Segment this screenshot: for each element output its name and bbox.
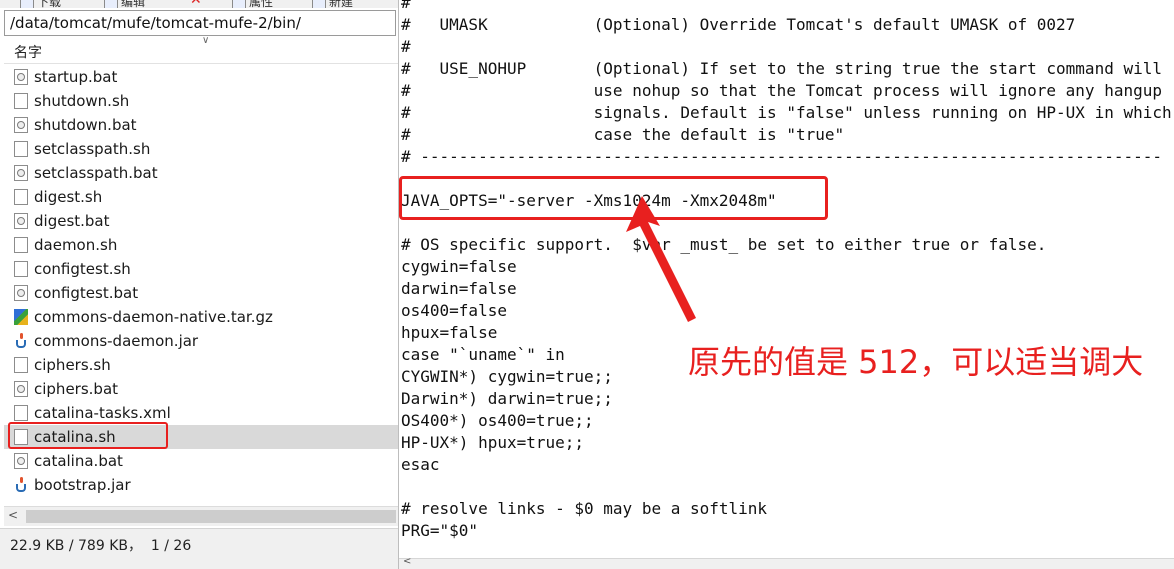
file-icon <box>14 357 28 373</box>
delete-button[interactable]: ✕ <box>190 0 207 7</box>
path-input[interactable]: /data/tomcat/mufe/tomcat-mufe-2/bin/ <box>4 10 396 36</box>
code-line: # resolve links - $0 may be a softlink <box>401 499 768 518</box>
editor-scroll-left-icon[interactable]: < <box>403 556 411 567</box>
file-row[interactable]: startup.bat <box>4 65 398 89</box>
file-row[interactable]: bootstrap.jar <box>4 473 398 497</box>
archive-icon <box>14 309 28 325</box>
bat-file-icon <box>14 117 28 133</box>
bat-file-icon <box>14 285 28 301</box>
sort-chevron-icon: ∨ <box>202 35 210 46</box>
file-row[interactable]: ciphers.bat <box>4 377 398 401</box>
file-row[interactable]: setclasspath.bat <box>4 161 398 185</box>
file-row[interactable]: shutdown.sh <box>4 89 398 113</box>
status-text: 22.9 KB / 789 KB， 1 / 26 <box>10 538 192 554</box>
editor-horizontal-scrollbar[interactable]: < <box>399 556 1174 569</box>
file-name: configtest.bat <box>34 284 139 302</box>
file-name: bootstrap.jar <box>34 476 131 494</box>
code-line: # signals. Default is "false" unless run… <box>401 103 1172 122</box>
file-name: setclasspath.bat <box>34 164 158 182</box>
properties-button[interactable]: 属性 <box>232 0 273 8</box>
code-line: HP-UX*) hpux=true;; <box>401 433 585 452</box>
jar-icon <box>14 477 28 493</box>
editor-pane[interactable]: # # UMASK (Optional) Override Tomcat's de… <box>399 0 1174 569</box>
code-line: # UMASK (Optional) Override Tomcat's def… <box>401 15 1076 34</box>
new-button[interactable]: 新建 <box>312 0 353 8</box>
code-line: darwin=false <box>401 279 517 298</box>
file-name: configtest.sh <box>34 260 131 278</box>
annotation-text: 原先的值是 512，可以适当调大 <box>688 343 1144 381</box>
column-name-label: 名字 <box>14 45 42 61</box>
file-row[interactable]: ciphers.sh <box>4 353 398 377</box>
edit-icon <box>104 0 118 8</box>
file-row[interactable]: shutdown.bat <box>4 113 398 137</box>
file-name: commons-daemon-native.tar.gz <box>34 308 273 326</box>
file-name: shutdown.sh <box>34 92 130 110</box>
file-name: daemon.sh <box>34 236 118 254</box>
code-line: OS400*) os400=true;; <box>401 411 594 430</box>
file-row[interactable]: daemon.sh <box>4 233 398 257</box>
file-icon <box>14 405 28 421</box>
file-icon <box>14 237 28 253</box>
code-line: os400=false <box>401 301 507 320</box>
code-editor[interactable]: # # UMASK (Optional) Override Tomcat's de… <box>401 0 1172 542</box>
file-name: startup.bat <box>34 68 118 86</box>
scroll-left-icon[interactable]: < <box>8 508 18 522</box>
file-name: ciphers.sh <box>34 356 111 374</box>
new-icon <box>312 0 326 8</box>
annotation-arrow-icon <box>626 196 696 322</box>
code-line: cygwin=false <box>401 257 517 276</box>
file-name: digest.sh <box>34 188 103 206</box>
horizontal-scrollbar[interactable]: < <box>4 506 398 526</box>
code-line: # use nohup so that the Tomcat process w… <box>401 81 1162 100</box>
code-line: Darwin*) darwin=true;; <box>401 389 613 408</box>
highlight-box-java-opts <box>399 176 828 220</box>
file-name: shutdown.bat <box>34 116 137 134</box>
delete-icon: ✕ <box>190 0 202 8</box>
edit-button[interactable]: 编辑 <box>104 0 145 8</box>
status-bar: 22.9 KB / 789 KB， 1 / 26 <box>0 528 398 569</box>
file-name: setclasspath.sh <box>34 140 151 158</box>
code-line: # <box>401 0 411 12</box>
code-line: # <box>401 37 411 56</box>
file-row[interactable]: digest.bat <box>4 209 398 233</box>
download-button[interactable]: 下载 <box>20 0 61 8</box>
bat-file-icon <box>14 69 28 85</box>
code-line: # USE_NOHUP (Optional) If set to the str… <box>401 59 1162 78</box>
file-name: ciphers.bat <box>34 380 119 398</box>
file-name: catalina.bat <box>34 452 123 470</box>
file-icon <box>14 261 28 277</box>
file-row[interactable]: catalina.bat <box>4 449 398 473</box>
file-icon <box>14 189 28 205</box>
file-icon <box>14 93 28 109</box>
file-row[interactable]: setclasspath.sh <box>4 137 398 161</box>
file-row[interactable]: commons-daemon.jar <box>4 329 398 353</box>
file-name: commons-daemon.jar <box>34 332 199 350</box>
highlight-box-catalina <box>8 422 168 449</box>
file-row[interactable]: commons-daemon-native.tar.gz <box>4 305 398 329</box>
bat-file-icon <box>14 453 28 469</box>
file-name: digest.bat <box>34 212 110 230</box>
code-line: # case the default is "true" <box>401 125 845 144</box>
file-icon <box>14 141 28 157</box>
properties-icon <box>232 0 246 8</box>
file-row[interactable]: configtest.bat <box>4 281 398 305</box>
file-row[interactable]: configtest.sh <box>4 257 398 281</box>
bat-file-icon <box>14 165 28 181</box>
jar-icon <box>14 333 28 349</box>
file-row[interactable]: digest.sh <box>4 185 398 209</box>
code-line: # OS specific support. $var _must_ be se… <box>401 235 1047 254</box>
code-line: PRG="$0" <box>401 521 479 540</box>
bat-file-icon <box>14 213 28 229</box>
column-header[interactable]: ∨ 名字 <box>4 35 398 64</box>
toolbar: 下载 编辑 ✕ 属性 新建 <box>0 0 398 8</box>
bat-file-icon <box>14 381 28 397</box>
code-line: esac <box>401 455 440 474</box>
scrollbar-thumb[interactable] <box>26 510 396 523</box>
code-line: # --------------------------------------… <box>401 147 1162 166</box>
file-browser-pane: 下载 编辑 ✕ 属性 新建 /data/tomcat/mufe/tomcat-m… <box>0 0 399 569</box>
download-icon <box>20 0 34 8</box>
